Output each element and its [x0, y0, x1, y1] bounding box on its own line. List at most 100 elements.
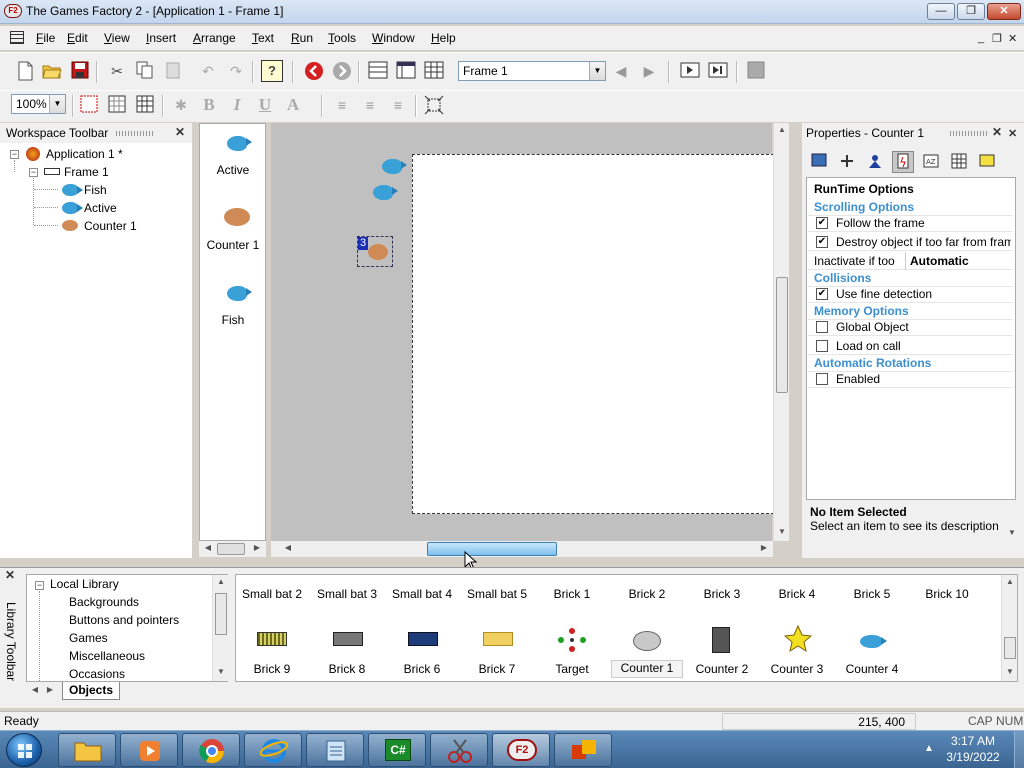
show-hidden-icons-icon[interactable]: ▲: [924, 743, 934, 754]
library-item-small-bat-3[interactable]: Small bat 3: [311, 587, 383, 601]
splitter[interactable]: [192, 123, 199, 558]
properties-grip[interactable]: [950, 131, 988, 136]
library-item-counter-4[interactable]: Counter 4: [836, 662, 908, 676]
resize-icon[interactable]: [423, 94, 445, 116]
library-item-small-bat-2[interactable]: Small bat 2: [236, 587, 308, 601]
run-application-icon[interactable]: [679, 60, 701, 82]
scroll-up-icon[interactable]: ▲: [214, 577, 228, 586]
properties-pin-icon[interactable]: ✕: [1008, 127, 1017, 140]
italic-button[interactable]: I: [226, 94, 248, 116]
menu-run[interactable]: Run: [291, 31, 313, 45]
scroll-down-icon[interactable]: ▼: [1003, 667, 1017, 676]
scroll-thumb[interactable]: [427, 542, 557, 556]
font-settings-icon[interactable]: ✱: [170, 94, 192, 116]
show-desktop-button[interactable]: [1014, 731, 1024, 768]
brick-9-thumbnail[interactable]: [257, 632, 287, 646]
scroll-down-icon[interactable]: ▼: [1005, 528, 1019, 537]
frame-select[interactable]: Frame 1 ▼: [458, 61, 606, 81]
counter-sprite-selection[interactable]: 3: [357, 236, 393, 267]
property-global-object[interactable]: Global Object: [808, 318, 1013, 336]
taskbar-chrome[interactable]: [182, 733, 240, 767]
tab-runtime-options[interactable]: [892, 151, 914, 173]
library-tree-scrollbar[interactable]: ▲ ▼: [212, 575, 228, 681]
taskbar-games-factory[interactable]: F2: [492, 733, 550, 767]
event-editor-icon[interactable]: [423, 60, 445, 82]
brick-8-thumbnail[interactable]: [333, 632, 363, 646]
scroll-thumb[interactable]: [776, 277, 788, 393]
show-grid-icon[interactable]: [106, 94, 128, 116]
scroll-thumb[interactable]: [215, 593, 227, 635]
properties-close-button[interactable]: ✕: [992, 125, 1002, 139]
menu-text[interactable]: Text: [252, 31, 274, 45]
snap-to-grid-icon[interactable]: [134, 94, 156, 116]
taskbar-internet-explorer[interactable]: [244, 733, 302, 767]
close-button[interactable]: ✕: [987, 3, 1021, 20]
checkbox-global-object[interactable]: [816, 321, 828, 333]
tab-size-position[interactable]: [864, 151, 886, 173]
zoom-select[interactable]: 100% ▼: [11, 94, 66, 114]
frame-horizontal-scrollbar[interactable]: ◀ ▶: [271, 541, 773, 557]
library-item-brick-10[interactable]: Brick 10: [911, 587, 983, 601]
frame-editor-icon[interactable]: [395, 60, 417, 82]
grid-setup-icon[interactable]: [78, 94, 100, 116]
tab-scroll-left-icon[interactable]: ◀: [28, 685, 42, 694]
counter-2-thumbnail[interactable]: [712, 627, 730, 653]
star-icon[interactable]: [783, 624, 813, 656]
fish-icon[interactable]: [860, 635, 887, 648]
workspace-close-button[interactable]: ✕: [175, 125, 185, 139]
workspace-grip[interactable]: [116, 131, 154, 136]
taskbar-snipping-tool[interactable]: [430, 733, 488, 767]
tab-about[interactable]: [976, 151, 998, 173]
tree-application[interactable]: Application 1 *: [46, 147, 123, 161]
align-right-icon[interactable]: ≡: [387, 94, 409, 116]
menu-arrange[interactable]: Arrange: [193, 31, 236, 45]
chevron-down-icon[interactable]: ▼: [49, 95, 65, 113]
property-load-on-call[interactable]: Load on call: [808, 337, 1013, 355]
redo-icon[interactable]: ↷: [225, 60, 247, 82]
fish-icon[interactable]: [227, 136, 252, 151]
menu-help[interactable]: Help: [431, 31, 456, 45]
menu-file[interactable]: File: [36, 31, 55, 45]
underline-button[interactable]: U: [254, 94, 276, 116]
scroll-down-icon[interactable]: ▼: [214, 667, 228, 676]
library-item-brick-3[interactable]: Brick 3: [686, 587, 758, 601]
property-destroy-far[interactable]: ✔ Destroy object if too far from frame: [808, 233, 1013, 251]
counter-icon[interactable]: [224, 208, 250, 226]
library-item-counter-3[interactable]: Counter 3: [761, 662, 833, 676]
property-fine-detection[interactable]: ✔ Use fine detection: [808, 285, 1013, 303]
object-label-fish[interactable]: Fish: [203, 313, 263, 327]
target-icon[interactable]: [557, 627, 587, 656]
active-sprite[interactable]: [373, 185, 398, 200]
paste-icon[interactable]: [162, 60, 184, 82]
fish-sprite[interactable]: [382, 159, 407, 174]
fish-icon[interactable]: [227, 286, 252, 301]
mdi-close-button[interactable]: ✕: [1008, 32, 1017, 45]
menu-insert[interactable]: Insert: [146, 31, 176, 45]
library-item-brick-4[interactable]: Brick 4: [761, 587, 833, 601]
back-icon[interactable]: [303, 60, 325, 82]
counter-1-thumbnail[interactable]: [633, 631, 661, 651]
tab-values[interactable]: AZ: [920, 151, 942, 173]
library-item-brick-6[interactable]: Brick 6: [386, 662, 458, 676]
tree-object-counter[interactable]: Counter 1: [84, 219, 137, 233]
scroll-left-icon[interactable]: ◀: [201, 543, 215, 552]
taskbar-notepad[interactable]: [306, 733, 364, 767]
checkbox-destroy-far[interactable]: ✔: [816, 236, 828, 248]
library-items-scrollbar[interactable]: ▲ ▼: [1001, 575, 1017, 681]
object-label-counter[interactable]: Counter 1: [203, 238, 263, 252]
clock-date[interactable]: 3/19/2022: [940, 750, 1006, 764]
checkbox-follow-frame[interactable]: ✔: [816, 217, 828, 229]
taskbar-media-player[interactable]: [120, 733, 178, 767]
property-inactivate[interactable]: Inactivate if too Automatic: [808, 252, 1013, 270]
scroll-down-icon[interactable]: ▼: [775, 527, 789, 536]
library-local[interactable]: Local Library: [50, 577, 119, 591]
document-icon[interactable]: [10, 31, 24, 44]
taskbar-csharp-app[interactable]: C#: [368, 733, 426, 767]
save-icon[interactable]: [69, 60, 91, 82]
inactivate-value[interactable]: Automatic: [910, 252, 969, 270]
library-item-brick-5[interactable]: Brick 5: [836, 587, 908, 601]
open-folder-icon[interactable]: [41, 60, 63, 82]
tree-collapse-toggle[interactable]: −: [10, 150, 19, 159]
taskbar-explorer[interactable]: [58, 733, 116, 767]
property-enabled[interactable]: Enabled: [808, 370, 1013, 388]
